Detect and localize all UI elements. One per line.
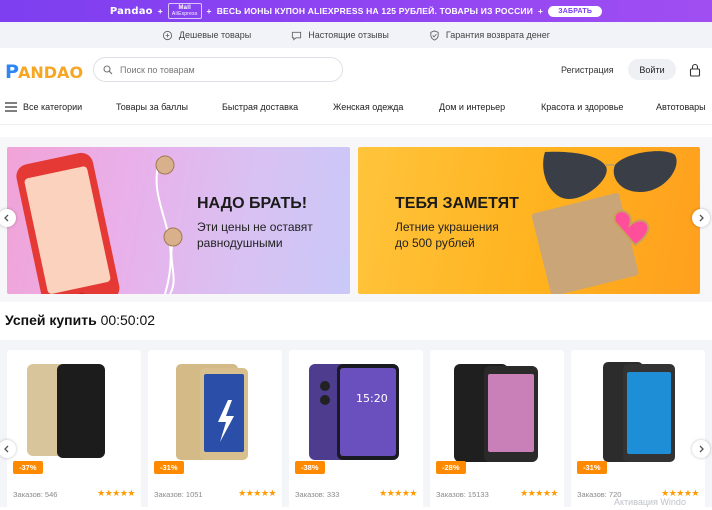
usp-cheap: Дешевые товары xyxy=(162,30,251,41)
shield-icon xyxy=(430,29,439,41)
product-card[interactable]: -31% Заказов: 720 ★★★★★ xyxy=(571,350,705,510)
deal-timer: 00:50:02 xyxy=(100,312,156,328)
promo-claim-button[interactable]: ЗАБРАТЬ xyxy=(548,5,603,17)
windows-activation-watermark: Активация Windo xyxy=(614,497,686,507)
banner-subtitle: Летние украшения xyxy=(395,220,499,234)
tag-icon xyxy=(162,30,173,40)
rating-stars: ★★★★★ xyxy=(520,488,558,498)
products-next-button[interactable] xyxy=(692,440,710,458)
site-header: P ANDAO Регистрация Войти xyxy=(0,48,712,92)
product-card[interactable]: -31% Заказов: 1051 ★★★★★ xyxy=(148,350,282,510)
banner-electronics[interactable]: НАДО БРАТЬ! Эти цены не оставят равнодуш… xyxy=(7,147,350,294)
discount-badge: -37% xyxy=(13,461,43,474)
banner-jewelry[interactable]: ТЕБЯ ЗАМЕТЯТ Летние украшения до 500 руб… xyxy=(358,147,700,294)
product-screen xyxy=(488,374,534,452)
nav-item-womens-clothing[interactable]: Женская одежда xyxy=(333,102,403,112)
search-input[interactable] xyxy=(120,64,320,75)
promo-plus: + xyxy=(206,6,212,16)
nav-item-fast-delivery[interactable]: Быстрая доставка xyxy=(222,102,298,112)
logo-letters: ANDAO xyxy=(18,63,83,82)
ali-brand-text: AliExpress xyxy=(171,11,198,17)
product-card[interactable]: -37% Заказов: 546 ★★★★★ xyxy=(7,350,141,510)
carousel-next-button[interactable] xyxy=(692,209,710,227)
menu-icon[interactable] xyxy=(5,102,17,112)
pandao-logo[interactable]: P ANDAO xyxy=(4,59,84,83)
product-image xyxy=(176,364,248,460)
promo-banner[interactable]: Pandao + Mall AliExpress + ВЕСЬ ИОНЫ КУП… xyxy=(0,0,712,22)
product-image xyxy=(27,364,105,458)
chevron-left-icon xyxy=(4,445,9,453)
product-image: 15:20 xyxy=(309,364,399,460)
nav-item-home[interactable]: Дом и интерьер xyxy=(439,102,505,112)
category-nav: Все категории Товары за баллы Быстрая до… xyxy=(0,92,712,125)
banner-title: НАДО БРАТЬ! xyxy=(197,195,308,212)
deal-heading: Успей купить 00:50:02 xyxy=(5,312,155,328)
discount-badge: -31% xyxy=(154,461,184,474)
discount-badge: -28% xyxy=(436,461,466,474)
orders-count: Заказов: 15133 xyxy=(436,490,489,499)
chevron-right-icon xyxy=(699,214,704,222)
product-image xyxy=(603,362,675,462)
rating-stars: ★★★★★ xyxy=(238,488,276,498)
chevron-left-icon xyxy=(4,214,9,222)
promo-plus: + xyxy=(538,6,544,16)
product-screen xyxy=(60,370,102,450)
product-card[interactable]: 15:20 -38% Заказов: 333 ★★★★★ xyxy=(289,350,423,510)
usp-label: Дешевые товары xyxy=(178,30,252,40)
usp-label: Гарантия возврата денег xyxy=(445,30,551,40)
orders-count: Заказов: 333 xyxy=(295,490,340,499)
orders-count: Заказов: 1051 xyxy=(154,490,203,499)
product-card[interactable]: -28% Заказов: 15133 ★★★★★ xyxy=(430,350,564,510)
discount-badge: -31% xyxy=(577,461,607,474)
nav-item-points[interactable]: Товары за баллы xyxy=(116,102,188,112)
chevron-right-icon xyxy=(699,445,704,453)
orders-count: Заказов: 546 xyxy=(13,490,58,499)
nav-item-auto[interactable]: Автотовары xyxy=(656,102,706,112)
usp-reviews: Настоящие отзывы xyxy=(291,30,389,41)
review-icon xyxy=(292,31,302,41)
sunglasses-image xyxy=(531,151,677,294)
aliexpress-logo: Mall AliExpress xyxy=(167,3,202,19)
usp-guarantee: Гарантия возврата денег xyxy=(429,29,551,41)
promo-plus: + xyxy=(157,6,163,16)
banner-carousel: НАДО БРАТЬ! Эти цены не оставят равнодуш… xyxy=(0,137,712,302)
screen-clock: 15:20 xyxy=(356,392,388,405)
nav-all-categories[interactable]: Все категории xyxy=(23,102,82,112)
usp-bar: Дешевые товары Настоящие отзывы Гарантия… xyxy=(0,22,712,48)
rating-stars: ★★★★★ xyxy=(97,488,135,498)
search-icon xyxy=(103,64,113,74)
lock-icon[interactable] xyxy=(689,63,701,77)
promo-brand-logo: Pandao xyxy=(109,5,153,17)
nav-item-beauty[interactable]: Красота и здоровье xyxy=(541,102,623,112)
banner-subtitle: Эти цены не оставят xyxy=(197,220,313,234)
promo-text: ВЕСЬ ИОНЫ КУПОН ALIEXPRESS НА 125 РУБЛЕЙ… xyxy=(216,6,534,16)
banner-subtitle: равнодушными xyxy=(197,236,283,250)
deal-label: Успей купить xyxy=(5,312,97,328)
product-screen xyxy=(627,372,671,454)
banner-subtitle: до 500 рублей xyxy=(395,236,475,250)
login-button[interactable]: Войти xyxy=(628,59,676,80)
usp-label: Настоящие отзывы xyxy=(308,30,389,40)
logo-letter-p: P xyxy=(5,61,19,83)
register-link[interactable]: Регистрация xyxy=(561,65,614,75)
product-image xyxy=(454,364,538,462)
rating-stars: ★★★★★ xyxy=(379,488,417,498)
discount-badge: -38% xyxy=(295,461,325,474)
product-screen xyxy=(340,368,396,456)
product-carousel: -37% Заказов: 546 ★★★★★ -31% Заказов: 10… xyxy=(0,340,712,510)
search-box[interactable] xyxy=(93,57,343,82)
